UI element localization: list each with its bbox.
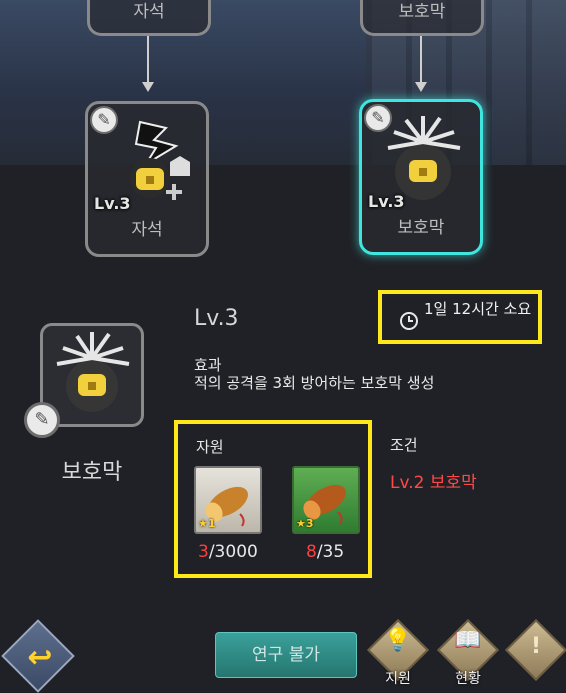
node-label: 보호막 [397, 218, 445, 238]
detail-skill-name: 보호막 [61, 460, 123, 485]
lightbulb-icon: 💡 [384, 628, 412, 653]
resources-title: 자원 [196, 438, 224, 456]
back-arrow-icon: ↩ [27, 640, 53, 675]
support-label: 지원 [385, 671, 411, 687]
tree-node-magnet[interactable]: ✎ Lv.3 자석 [85, 101, 209, 257]
lock-badge-icon: ✎ [24, 402, 60, 438]
node-label: 자석 [131, 220, 163, 240]
node-level: Lv.3 [94, 194, 131, 213]
resource-item[interactable]: ★3 [292, 466, 360, 534]
research-time: 1일 12시간 소요 [424, 300, 532, 318]
connector-arrow-left [142, 82, 154, 92]
tree-node-stub-left[interactable]: 자석 [87, 0, 211, 36]
status-label: 현황 [455, 671, 481, 687]
clock-icon [400, 312, 418, 330]
tree-node-stub-right[interactable]: 보호막 [360, 0, 484, 36]
star-icon: ★1 [198, 517, 216, 530]
research-time-box: 1일 12시간 소요 [378, 290, 542, 344]
research-button[interactable]: 연구 불가 [215, 632, 357, 678]
connector-arrow-right [415, 82, 427, 92]
resource-count: 3/3000 [198, 542, 258, 562]
resource-item[interactable]: ★1 [194, 466, 262, 534]
star-icon: ★3 [296, 517, 314, 530]
detail-level: Lv.3 [194, 306, 239, 331]
book-icon: 📖 [454, 628, 482, 653]
shield-skill-icon [56, 332, 130, 412]
effect-description: 적의 공격을 3회 방어하는 보호막 생성 [194, 374, 435, 392]
tree-node-shield-selected[interactable]: ✎ Lv.3 보호막 [359, 99, 483, 255]
condition-value: Lv.2 보호막 [390, 473, 477, 493]
connector-line-left [147, 36, 149, 84]
resource-count: 8/35 [306, 542, 345, 562]
exclamation-icon: ! [530, 634, 542, 659]
resources-box: 자원 ★1 3/3000 ★3 8/35 [174, 420, 372, 578]
condition-title: 조건 [390, 436, 418, 454]
node-level: Lv.3 [368, 192, 405, 211]
connector-line-right [420, 36, 422, 84]
